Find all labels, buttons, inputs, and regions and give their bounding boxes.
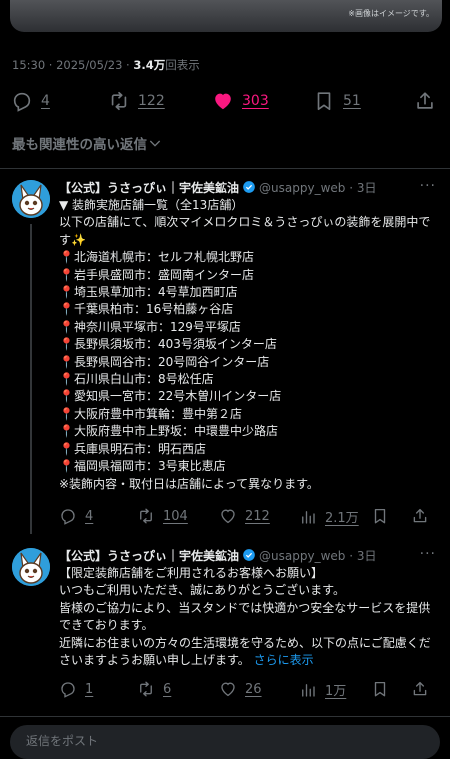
chevron-down-icon bbox=[149, 140, 161, 147]
share-button[interactable] bbox=[411, 507, 437, 525]
views-count: 3.4万 bbox=[133, 58, 166, 72]
verified-icon bbox=[243, 549, 255, 561]
reply-post[interactable]: 【公式】うさっぴぃ｜宇佐美鉱油 @usappy_web · 3日 ··· ▼ 装… bbox=[0, 178, 450, 534]
author-name[interactable]: 【公式】うさっぴぃ｜宇佐美鉱油 bbox=[59, 179, 239, 196]
more-options-icon[interactable]: ··· bbox=[420, 546, 436, 562]
bookmark-button[interactable]: 51 bbox=[313, 86, 361, 116]
share-button[interactable] bbox=[411, 680, 437, 698]
author-name[interactable]: 【公式】うさっぴぃ｜宇佐美鉱油 bbox=[59, 547, 239, 564]
views-button[interactable]: 1万 bbox=[299, 680, 346, 699]
more-options-icon[interactable]: ··· bbox=[420, 178, 436, 194]
share-icon bbox=[417, 92, 433, 109]
views-label: 回表示 bbox=[165, 58, 200, 72]
reply-icon bbox=[61, 682, 75, 698]
reply-count[interactable]: 4 bbox=[41, 93, 50, 109]
views-chart-icon bbox=[302, 683, 315, 697]
view-count[interactable]: 2.1万 bbox=[325, 507, 359, 526]
tweet-image[interactable]: ※画像はイメージです。 bbox=[0, 0, 450, 38]
reply-button[interactable]: 4 bbox=[11, 86, 50, 116]
reply-button[interactable]: 4 bbox=[59, 507, 93, 525]
divider bbox=[0, 716, 450, 717]
tweet-time[interactable]: 15:30 · 2025/05/23 · bbox=[12, 58, 133, 72]
bookmark-icon bbox=[317, 92, 331, 111]
bookmark-button[interactable] bbox=[371, 680, 397, 698]
reply-header: 【公式】うさっぴぃ｜宇佐美鉱油 @usappy_web · 3日 ··· bbox=[59, 546, 440, 564]
view-count[interactable]: 1万 bbox=[325, 680, 346, 699]
share-button[interactable] bbox=[414, 86, 436, 116]
reply-count[interactable]: 1 bbox=[85, 682, 93, 697]
retweet-icon bbox=[140, 508, 152, 524]
like-button[interactable]: 303 bbox=[212, 86, 269, 116]
image-caption: ※画像はイメージです。 bbox=[348, 9, 434, 18]
like-button[interactable]: 212 bbox=[219, 507, 270, 525]
bookmark-count[interactable]: 51 bbox=[343, 93, 361, 109]
heart-filled-icon bbox=[215, 93, 231, 110]
rabbit-mascot-icon bbox=[12, 548, 50, 586]
retweet-icon bbox=[140, 681, 152, 697]
rabbit-mascot-icon bbox=[12, 180, 50, 218]
reply-count[interactable]: 4 bbox=[85, 509, 93, 524]
like-count[interactable]: 26 bbox=[245, 682, 262, 697]
views-chart-icon bbox=[302, 510, 315, 524]
retweet-button[interactable]: 104 bbox=[137, 507, 188, 525]
retweet-button[interactable]: 122 bbox=[108, 86, 165, 116]
share-icon bbox=[413, 681, 427, 696]
reply-button[interactable]: 1 bbox=[59, 680, 93, 698]
reply-text: ▼ 装飾実施店舗一覧（全13店舗） 以下の店舗にて、順次マイメロクロミ＆うさっぴ… bbox=[59, 198, 431, 491]
reply-sort-dropdown[interactable]: 最も関連性の高い返信 bbox=[12, 133, 163, 153]
bookmark-icon bbox=[374, 681, 386, 697]
reply-input[interactable] bbox=[24, 733, 428, 749]
like-count[interactable]: 303 bbox=[242, 93, 269, 109]
heart-icon bbox=[221, 509, 235, 524]
reply-actions: 4 104 212 2.1万 bbox=[59, 507, 442, 527]
bookmark-icon bbox=[374, 508, 386, 524]
retweet-button[interactable]: 6 bbox=[137, 680, 171, 698]
verified-icon bbox=[243, 181, 255, 193]
author-handle[interactable]: @usappy_web · 3日 bbox=[259, 547, 376, 564]
reply-icon bbox=[13, 92, 31, 112]
reply-actions: 1 6 26 1万 bbox=[59, 680, 442, 700]
retweet-count[interactable]: 122 bbox=[138, 93, 165, 109]
author-handle[interactable]: @usappy_web · 3日 bbox=[259, 179, 376, 196]
reply-post[interactable]: 【公式】うさっぴぃ｜宇佐美鉱油 @usappy_web · 3日 ··· 【限定… bbox=[0, 546, 450, 716]
reply-text-content: 【限定装飾店舗をご利用されるお客様へお願い】 いつもご利用いただき、誠にありがと… bbox=[59, 566, 431, 668]
bookmark-button[interactable] bbox=[371, 507, 397, 525]
retweet-count[interactable]: 104 bbox=[163, 509, 188, 524]
reply-text: 【限定装飾店舗をご利用されるお客様へお願い】 いつもご利用いただき、誠にありがと… bbox=[59, 565, 442, 669]
retweet-count[interactable]: 6 bbox=[163, 682, 171, 697]
reply-compose-bar[interactable] bbox=[10, 725, 440, 759]
like-count[interactable]: 212 bbox=[245, 509, 270, 524]
avatar[interactable] bbox=[12, 180, 50, 218]
like-button[interactable]: 26 bbox=[219, 680, 262, 698]
reply-icon bbox=[61, 509, 75, 525]
share-icon bbox=[413, 508, 427, 523]
tweet-meta: 15:30 · 2025/05/23 · 3.4万回表示 bbox=[12, 57, 200, 73]
tweet-actions: 4 122 303 51 bbox=[0, 86, 450, 116]
reply-sort-label: 最も関連性の高い返信 bbox=[12, 137, 147, 153]
thread-line bbox=[30, 224, 32, 534]
retweet-icon bbox=[111, 91, 127, 111]
heart-icon bbox=[221, 682, 235, 697]
show-more-link[interactable]: さらに表示 bbox=[254, 653, 314, 667]
avatar[interactable] bbox=[12, 548, 50, 586]
views-button[interactable]: 2.1万 bbox=[299, 507, 359, 526]
divider bbox=[0, 168, 450, 169]
reply-header: 【公式】うさっぴぃ｜宇佐美鉱油 @usappy_web · 3日 ··· bbox=[59, 178, 440, 196]
